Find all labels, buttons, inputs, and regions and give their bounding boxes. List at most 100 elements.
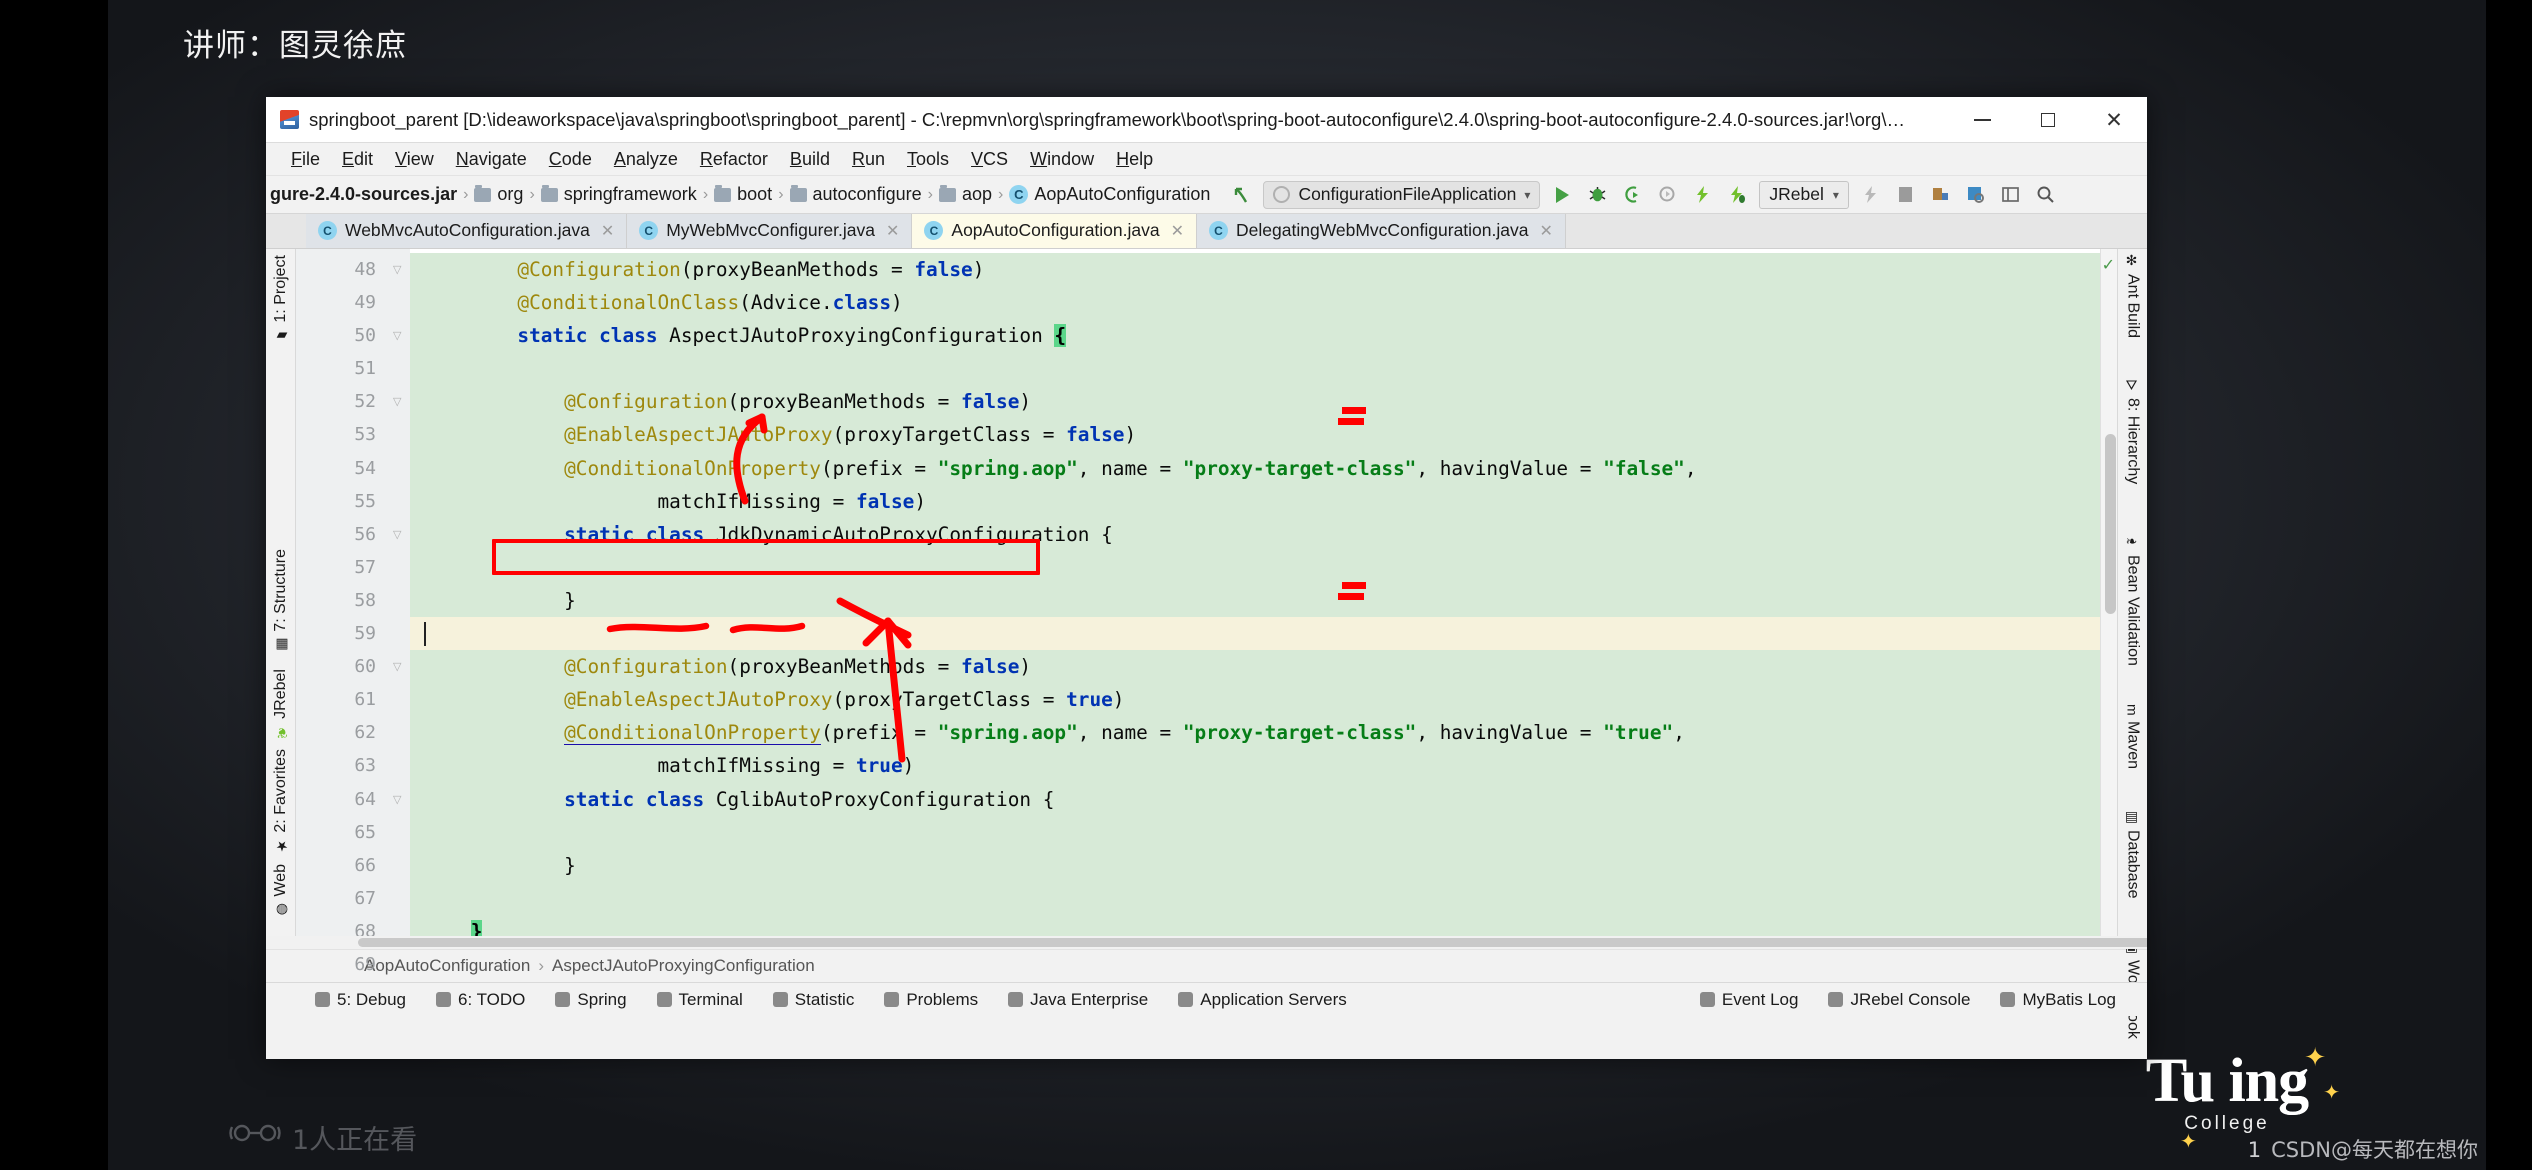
fold-toggle-icon[interactable]: ▽ [393, 528, 405, 541]
menu-item-code[interactable]: Code [538, 146, 603, 173]
code-line[interactable]: } [410, 583, 2100, 618]
nav-breadcrumb-autoconfigure[interactable]: autoconfigure [789, 184, 922, 205]
menu-item-help[interactable]: Help [1105, 146, 1164, 173]
stop-square-button[interactable] [1893, 182, 1919, 208]
sidebar-item-web[interactable]: ◍ Web [272, 864, 290, 918]
run-configuration-selector[interactable]: ConfigurationFileApplication ▾ [1263, 180, 1541, 209]
menu-item-build[interactable]: Build [779, 146, 841, 173]
code-line[interactable]: matchIfMissing = true) [410, 749, 2100, 783]
code-line[interactable]: static class AspectJAutoProxyingConfigur… [410, 319, 2100, 353]
close-button[interactable]: ✕ [2081, 97, 2147, 143]
status-item-mybatis-log[interactable]: MyBatis Log [1985, 990, 2131, 1010]
code-line[interactable]: @ConditionalOnProperty(prefix = "spring.… [410, 451, 2100, 485]
back-arrow-icon[interactable] [1228, 182, 1254, 208]
nav-breadcrumb-aop[interactable]: aop [938, 184, 992, 205]
nav-breadcrumb-boot[interactable]: boot [714, 184, 772, 205]
stop-button[interactable] [1858, 182, 1884, 208]
menu-item-analyze[interactable]: Analyze [603, 146, 689, 173]
fold-toggle-icon[interactable]: ▽ [393, 263, 405, 276]
code-line[interactable]: @ConditionalOnProperty(prefix = "spring.… [410, 716, 2100, 750]
code-line[interactable]: @Configuration(proxyBeanMethods = false) [410, 650, 2100, 684]
nav-breadcrumb-org[interactable]: org [474, 184, 523, 205]
fold-toggle-icon[interactable]: ▽ [393, 793, 405, 806]
jrebel-selector[interactable]: JRebel ▾ [1759, 180, 1849, 209]
editor-tab-delegatingwebmvcconfiguration[interactable]: C DelegatingWebMvcConfiguration.java ✕ [1197, 213, 1566, 248]
code-folding-column[interactable]: ▽ ▽ ▽ ▽ ▽ ▽ [388, 249, 410, 936]
code-line[interactable] [410, 550, 2100, 584]
menu-item-navigate[interactable]: Navigate [445, 146, 538, 173]
menu-item-tools[interactable]: Tools [896, 146, 960, 173]
close-icon[interactable]: ✕ [601, 221, 614, 241]
code-line[interactable]: static class CglibAutoProxyConfiguration… [410, 782, 2100, 816]
code-line[interactable] [410, 352, 2100, 386]
fold-toggle-icon[interactable]: ▽ [393, 329, 405, 342]
status-item-6--todo[interactable]: 6: TODO [421, 990, 540, 1010]
code-line[interactable] [410, 881, 2100, 915]
menu-item-view[interactable]: View [384, 146, 445, 173]
build-button[interactable] [1928, 182, 1954, 208]
jrebel-run-button[interactable] [1689, 182, 1715, 208]
vertical-scrollbar[interactable] [2105, 434, 2116, 614]
menu-item-file[interactable]: File [280, 146, 331, 173]
status-item-terminal[interactable]: Terminal [642, 990, 758, 1010]
editor-scrollbar-column[interactable]: ✓ [2100, 249, 2117, 936]
run-with-coverage-button[interactable] [1619, 182, 1645, 208]
menu-item-edit[interactable]: Edit [331, 146, 384, 173]
menu-item-vcs[interactable]: VCS [960, 146, 1019, 173]
nav-breadcrumb-springframework[interactable]: springframework [540, 184, 697, 205]
breadcrumb-class[interactable]: AopAutoConfiguration [364, 956, 530, 976]
sidebar-item-structure[interactable]: ▦ 7: Structure [272, 549, 290, 653]
editor-tab-aopautoconfiguration[interactable]: C AopAutoConfiguration.java ✕ [912, 213, 1198, 248]
fold-toggle-icon[interactable]: ▽ [393, 395, 405, 408]
sidebar-item-database[interactable]: ▤ Database [2124, 809, 2142, 899]
code-line[interactable] [410, 815, 2100, 849]
code-line[interactable]: } [410, 848, 2100, 882]
code-line[interactable]: @EnableAspectJAutoProxy(proxyTargetClass… [410, 683, 2100, 717]
status-item-problems[interactable]: Problems [869, 990, 993, 1010]
nav-breadcrumb-aopautoconfiguration[interactable]: C AopAutoConfiguration [1009, 184, 1210, 205]
breadcrumb-inner-class[interactable]: AspectJAutoProxyingConfiguration [552, 956, 815, 976]
code-line[interactable]: @ConditionalOnClass(Advice.class) [410, 286, 2100, 320]
editor-tab-mywebmvcconfigurer[interactable]: C MyWebMvcConfigurer.java ✕ [627, 213, 913, 248]
sidebar-item-jrebel[interactable]: ❦ JRebel [272, 669, 290, 740]
status-item-application-servers[interactable]: Application Servers [1163, 990, 1361, 1010]
code-line[interactable]: static class JdkDynamicAutoProxyConfigur… [410, 517, 2100, 551]
menu-item-run[interactable]: Run [841, 146, 896, 173]
status-item-5--debug[interactable]: 5: Debug [300, 990, 421, 1010]
status-item-jrebel-console[interactable]: JRebel Console [1813, 990, 1985, 1010]
run-button[interactable] [1549, 182, 1575, 208]
sidebar-item-project[interactable]: ▰ 1: Project [272, 255, 290, 344]
close-icon[interactable]: ✕ [1171, 221, 1184, 241]
menu-item-refactor[interactable]: Refactor [689, 146, 779, 173]
sidebar-item-favorites[interactable]: ★ 2: Favorites [272, 749, 290, 854]
nav-breadcrumb-gure-2-4-0-sources-jar[interactable]: gure-2.4.0-sources.jar [266, 184, 457, 205]
status-item-java-enterprise[interactable]: Java Enterprise [993, 990, 1163, 1010]
fold-toggle-icon[interactable]: ▽ [393, 660, 405, 673]
horizontal-scrollbar[interactable] [358, 938, 2147, 947]
status-item-statistic[interactable]: Statistic [758, 990, 870, 1010]
code-line[interactable]: @Configuration(proxyBeanMethods = false) [410, 253, 2100, 287]
sidebar-item-ant-build[interactable]: ✻ Ant Build [2124, 253, 2142, 338]
jrebel-debug-button[interactable] [1724, 182, 1750, 208]
minimize-button[interactable] [1949, 97, 2015, 143]
code-line[interactable]: @EnableAspectJAutoProxy(proxyTargetClass… [410, 418, 2100, 452]
close-icon[interactable]: ✕ [886, 221, 899, 241]
menu-item-window[interactable]: Window [1019, 146, 1105, 173]
sidebar-item-maven[interactable]: m Maven [2124, 704, 2142, 769]
status-item-spring[interactable]: Spring [540, 990, 641, 1010]
sidebar-item-hierarchy[interactable]: ⛛ 8: Hierarchy [2124, 379, 2142, 484]
layout-button[interactable] [1998, 182, 2024, 208]
magnifier-button[interactable] [2033, 182, 2059, 208]
close-icon[interactable]: ✕ [1540, 221, 1553, 241]
code-line[interactable]: @Configuration(proxyBeanMethods = false) [410, 385, 2100, 419]
editor-tab-webmvcautoconfiguration[interactable]: C WebMvcAutoConfiguration.java ✕ [306, 213, 628, 248]
debug-button[interactable] [1584, 182, 1610, 208]
code-line[interactable]: matchIfMissing = false) [410, 484, 2100, 518]
profile-button[interactable] [1654, 182, 1680, 208]
code-line[interactable]: } [410, 914, 2100, 936]
search-everywhere-button[interactable] [1963, 182, 1989, 208]
status-item-event-log[interactable]: Event Log [1685, 990, 1814, 1010]
code-editor[interactable]: @Configuration(proxyBeanMethods = false)… [410, 249, 2100, 936]
maximize-button[interactable] [2015, 97, 2081, 143]
sidebar-item-bean-validation[interactable]: ❧ Bean Validation [2124, 534, 2142, 666]
